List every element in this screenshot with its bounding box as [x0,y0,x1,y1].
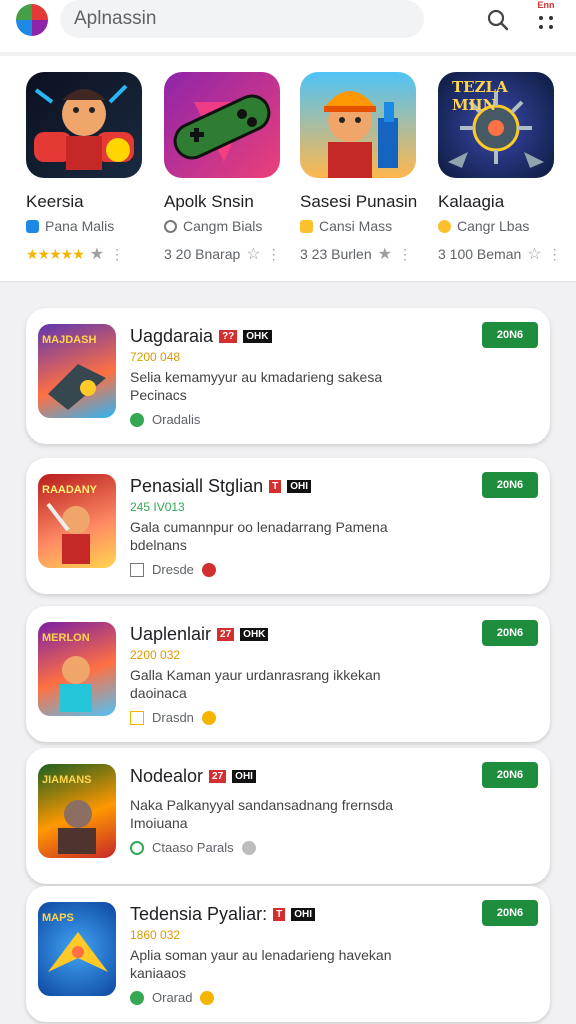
featured-rating: ★★★★★ ★ ⋮ [26,245,125,264]
list-item-meta: Oradalis [130,412,200,427]
list-item-meta: Drasdn [130,710,216,725]
list-item-count: 245 IV013 [130,500,185,514]
featured-title: Apolk Snsin [164,192,254,211]
search-input[interactable]: Aplnassin [60,0,424,38]
list-item-icon: RAADANY [38,474,116,568]
list-item[interactable]: MAPS Tedensia Pyaliar: T OHI 1860 032 Apli… [26,886,550,1022]
featured-developer: Cansi Mass [300,218,438,234]
list-item-meta: Orarad [130,990,215,1005]
featured-app[interactable]: Keersia Pana Malis ★★★★★ ★ ⋮ [26,72,164,264]
list-item-count: 7200 048 [130,350,181,364]
featured-app-icon: TEZLA MIIN [438,72,554,178]
featured-developer: Cangm Bials [164,218,302,234]
featured-developer: Cangr Lbas [438,218,576,234]
list-item-count: 2200 032 [130,648,181,662]
install-button[interactable]: 20N6 [482,620,538,646]
list-item-title: Penasiall Stglian T OHI [130,476,311,497]
list-item-icon: MERLON [38,622,116,716]
featured-size: 3 100 Beman ☆ ⋮ [438,245,562,264]
featured-app-icon [300,72,416,178]
featured-developer: Pana Malis [26,218,164,234]
list-item-title: Tedensia Pyaliar: T OHI [130,904,315,925]
install-button[interactable]: 20N6 [482,322,538,348]
list-item[interactable]: MAJDASH Uagdaraia?? OHK 7200 048 Selia ke… [26,308,550,444]
list-item-icon: MAJDASH [38,324,116,418]
top-bar: Aplnassin Enn [0,0,576,52]
list-item-count: 1860 032 [130,928,181,942]
list-item-description: Naka Palkanyyal sandansadnang frernsda I… [130,797,394,831]
list-item-meta: Dresde [130,562,216,577]
menu-badge: Enn [537,0,555,10]
featured-app-icon [26,72,142,178]
list-item-icon: MAPS [38,902,116,996]
featured-size: 3 20 Bnarap ☆ ⋮ [164,245,281,264]
featured-strip: Keersia Pana Malis ★★★★★ ★ ⋮ Apolk Snsin C… [0,56,576,282]
featured-app[interactable]: TEZLA MIIN Kalaagia Cangr Lbas 3 100 Bem… [438,72,576,264]
list-item-meta: Ctaaso Parals [130,840,256,855]
install-button[interactable]: 20N6 [482,900,538,926]
list-item-description: Aplia soman yaur au lenadarieng havekan … [130,947,392,981]
list-item[interactable]: RAADANY Penasiall Stglian T OHI 245 IV013 … [26,458,550,594]
list-item-title: Nodealor 27 OHI [130,766,256,787]
app-logo[interactable] [16,4,48,36]
featured-title: Keersia [26,192,84,211]
install-button[interactable]: 20N6 [482,762,538,788]
list-item-description: Selia kemamyyur au kmadarieng sakesa Pec… [130,369,383,403]
featured-title: Kalaagia [438,192,505,211]
list-item-description: Galla Kaman yaur urdanrasrang ikkekan da… [130,667,381,701]
featured-app[interactable]: Sasesi Punasin Cansi Mass 3 23 Burlen ★ ⋮ [300,72,438,264]
list-item[interactable]: MERLON Uaplenlair 27 OHK 2200 032 Galla Ka… [26,606,550,742]
search-text: Aplnassin [74,8,157,29]
list-item-title: Uaplenlair 27 OHK [130,624,269,645]
list-item-icon: JIAMANS [38,764,116,858]
list-item-title: Uagdaraia?? OHK [130,326,272,347]
menu-icon[interactable]: Enn [532,0,560,34]
search-icon[interactable] [486,8,510,32]
featured-title: Sasesi Punasin [300,192,418,211]
featured-app-icon [164,72,280,178]
list-item-description: Gala cumannpur oo lenadarrang Pamena bde… [130,519,388,553]
featured-app[interactable]: Apolk Snsin Cangm Bials 3 20 Bnarap ☆ ⋮ [164,72,302,264]
featured-size: 3 23 Burlen ★ ⋮ [300,245,412,264]
install-button[interactable]: 20N6 [482,472,538,498]
list-item[interactable]: JIAMANS Nodealor 27 OHI Naka Palkanyyal sa… [26,748,550,884]
